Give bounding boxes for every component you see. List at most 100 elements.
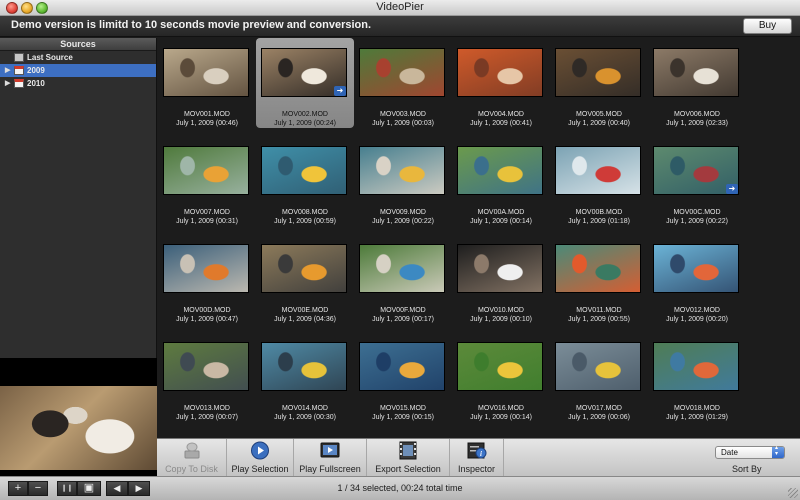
export-selection-icon — [399, 441, 417, 460]
source-item-label: Last Source — [27, 53, 73, 62]
clip-date-duration: July 1, 2009 (00:24) — [274, 120, 336, 127]
clip-preview-image — [457, 48, 543, 97]
clip-thumbnail[interactable]: MOV011.MOD July 1, 2009 (00:55) — [550, 234, 648, 324]
disclosure-triangle-icon[interactable]: ▶ — [5, 64, 10, 77]
sources-header: Sources — [0, 38, 156, 51]
copy-to-disk-icon — [184, 442, 199, 459]
clip-filename: MOV012.MOD — [674, 307, 720, 314]
clip-filename: MOV017.MOD — [576, 405, 622, 412]
clip-thumbnail[interactable]: MOV007.MOD July 1, 2009 (00:31) — [158, 136, 256, 226]
export-selection-button[interactable]: Export Selection — [367, 439, 450, 477]
clip-date-duration: July 1, 2009 (00:17) — [372, 316, 434, 323]
clip-thumbnail[interactable]: MOV010.MOD July 1, 2009 (00:10) — [452, 234, 550, 324]
clip-filename: MOV007.MOD — [184, 209, 230, 216]
clip-filename: MOV005.MOD — [576, 111, 622, 118]
clip-thumbnail[interactable]: MOV013.MOD July 1, 2009 (00:07) — [158, 332, 256, 422]
clip-filename: MOV001.MOD — [184, 111, 230, 118]
clip-date-duration: July 1, 2009 (00:07) — [176, 414, 238, 421]
clip-date-duration: July 1, 2009 (02:33) — [666, 120, 728, 127]
app-window: VideoPier Demo version is limitd to 10 s… — [0, 0, 800, 500]
resize-grip[interactable] — [788, 488, 798, 498]
source-item-2010[interactable]: ▶ 2010 — [0, 77, 156, 90]
clip-date-duration: July 1, 2009 (00:31) — [176, 218, 238, 225]
calendar-icon — [14, 79, 24, 88]
clip-preview-image — [359, 48, 445, 97]
clip-preview-image: ➜ — [653, 146, 739, 195]
clip-thumbnail[interactable]: MOV00B.MOD July 1, 2009 (01:18) — [550, 136, 648, 226]
clip-filename: MOV014.MOD — [282, 405, 328, 412]
disclosure-triangle-icon[interactable]: ▶ — [5, 77, 10, 90]
more-clips-arrow-icon[interactable]: ➜ — [334, 86, 346, 96]
window-title: VideoPier — [376, 1, 424, 13]
toolbar-item-label: Play Selection — [231, 464, 289, 474]
video-preview[interactable] — [0, 358, 157, 478]
clip-thumbnail[interactable]: MOV00D.MOD July 1, 2009 (00:47) — [158, 234, 256, 324]
clip-thumbnail[interactable]: MOV00E.MOD July 1, 2009 (04:36) — [256, 234, 354, 324]
clip-thumbnail[interactable]: MOV00F.MOD July 1, 2009 (00:17) — [354, 234, 452, 324]
clip-thumbnail[interactable]: MOV012.MOD July 1, 2009 (00:20) — [648, 234, 746, 324]
clip-filename: MOV00F.MOD — [380, 307, 426, 314]
play-fullscreen-button[interactable]: Play Fullscreen — [294, 439, 367, 477]
clip-preview-image — [261, 244, 347, 293]
toolbar-item-label: Play Fullscreen — [299, 464, 361, 474]
more-clips-arrow-icon[interactable]: ➜ — [726, 184, 738, 194]
clip-filename: MOV013.MOD — [184, 405, 230, 412]
clip-thumbnail[interactable]: MOV016.MOD July 1, 2009 (00:14) — [452, 332, 550, 422]
demo-banner: Demo version is limitd to 10 seconds mov… — [0, 16, 800, 37]
clip-thumbnail[interactable]: ➜ MOV00C.MOD July 1, 2009 (00:22) — [648, 136, 746, 226]
clip-filename: MOV00E.MOD — [281, 307, 329, 314]
clip-preview-image — [555, 146, 641, 195]
select-arrows-icon — [772, 445, 784, 458]
clip-preview-image — [163, 244, 249, 293]
clip-thumbnail[interactable]: MOV009.MOD July 1, 2009 (00:22) — [354, 136, 452, 226]
play-fullscreen-icon — [320, 442, 340, 458]
clip-thumbnail[interactable]: MOV004.MOD July 1, 2009 (00:41) — [452, 38, 550, 128]
clip-date-duration: July 1, 2009 (00:03) — [372, 120, 434, 127]
source-item-2009[interactable]: ▶ 2009 — [0, 64, 156, 77]
clip-thumbnail[interactable]: MOV014.MOD July 1, 2009 (00:30) — [256, 332, 354, 422]
copy-to-disk-button[interactable]: Copy To Disk — [157, 439, 227, 477]
clip-preview-image — [261, 146, 347, 195]
clip-filename: MOV004.MOD — [478, 111, 524, 118]
clip-thumbnail[interactable]: MOV017.MOD July 1, 2009 (00:06) — [550, 332, 648, 422]
clip-date-duration: July 1, 2009 (01:29) — [666, 414, 728, 421]
clip-filename: MOV009.MOD — [380, 209, 426, 216]
clip-thumbnail[interactable]: MOV003.MOD July 1, 2009 (00:03) — [354, 38, 452, 128]
clip-date-duration: July 1, 2009 (00:14) — [470, 414, 532, 421]
clip-preview-image: ➜ — [261, 48, 347, 97]
toolbar-item-label: Export Selection — [375, 464, 441, 474]
clip-filename: MOV008.MOD — [282, 209, 328, 216]
clip-preview-image — [457, 342, 543, 391]
buy-button[interactable]: Buy — [743, 18, 792, 34]
clip-thumbnail[interactable]: ➜ MOV002.MOD July 1, 2009 (00:24) — [256, 38, 354, 128]
clip-filename: MOV016.MOD — [478, 405, 524, 412]
sort-by-select[interactable]: Date — [715, 445, 785, 459]
play-selection-icon — [251, 441, 269, 460]
inspector-icon: i — [467, 442, 486, 459]
inspector-button[interactable]: i Inspector — [450, 439, 504, 477]
clip-grid: MOV001.MOD July 1, 2009 (00:46) ➜ MOV002.MO… — [158, 38, 800, 438]
clip-thumbnail[interactable]: MOV008.MOD July 1, 2009 (00:59) — [256, 136, 354, 226]
clip-thumbnail[interactable]: MOV001.MOD July 1, 2009 (00:46) — [158, 38, 256, 128]
clip-thumbnail[interactable]: MOV005.MOD July 1, 2009 (00:40) — [550, 38, 648, 128]
last-source-icon — [14, 53, 24, 62]
clip-date-duration: July 1, 2009 (00:47) — [176, 316, 238, 323]
svg-text:i: i — [480, 450, 482, 458]
clip-date-duration: July 1, 2009 (04:36) — [274, 316, 336, 323]
clip-preview-image — [457, 244, 543, 293]
clip-filename: MOV010.MOD — [478, 307, 524, 314]
clip-date-duration: July 1, 2009 (00:30) — [274, 414, 336, 421]
clip-thumbnail[interactable]: MOV018.MOD July 1, 2009 (01:29) — [648, 332, 746, 422]
toolbar-item-label: Inspector — [457, 464, 496, 474]
clip-date-duration: July 1, 2009 (00:41) — [470, 120, 532, 127]
selection-status-text: 1 / 34 selected, 00:24 total time — [337, 483, 463, 493]
clip-thumbnail[interactable]: MOV015.MOD July 1, 2009 (00:15) — [354, 332, 452, 422]
play-selection-button[interactable]: Play Selection — [227, 439, 294, 477]
clip-thumbnail[interactable]: MOV006.MOD July 1, 2009 (02:33) — [648, 38, 746, 128]
clip-thumbnail[interactable]: MOV00A.MOD July 1, 2009 (00:14) — [452, 136, 550, 226]
clip-date-duration: July 1, 2009 (00:20) — [666, 316, 728, 323]
clip-preview-image — [555, 48, 641, 97]
clip-preview-image — [555, 244, 641, 293]
clip-date-duration: July 1, 2009 (00:22) — [372, 218, 434, 225]
source-item-last-source[interactable]: Last Source — [0, 51, 156, 64]
